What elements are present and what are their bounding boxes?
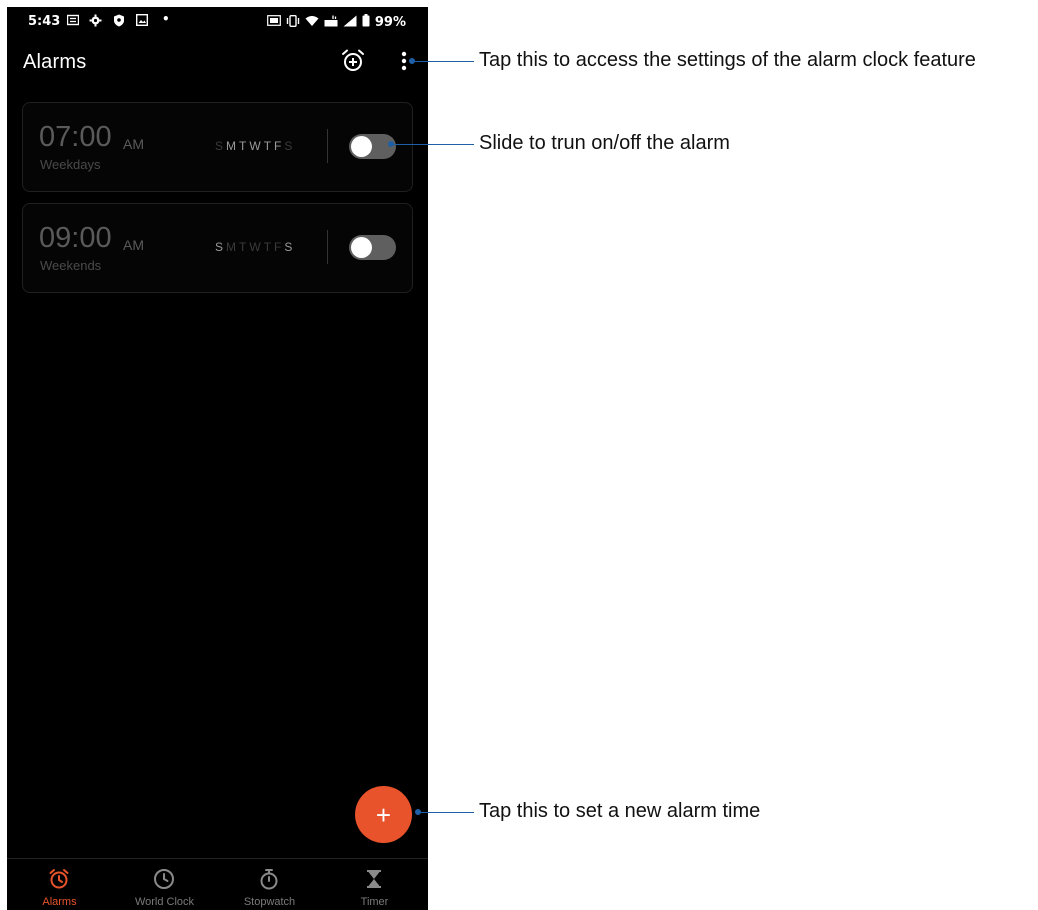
alarm-card[interactable]: 09:00 AM Weekends SMTWTFS: [22, 203, 413, 293]
alarm-toggle[interactable]: [349, 235, 396, 260]
day-wednesday: W: [249, 139, 264, 153]
day-sunday: S: [215, 240, 227, 254]
nfc-icon: [266, 15, 281, 29]
add-alarm-button[interactable]: +: [355, 786, 412, 843]
day-sunday: S: [215, 139, 227, 153]
lte-icon: [324, 15, 338, 30]
alarm-card[interactable]: 07:00 AM Weekdays SMTWTFS: [22, 102, 413, 192]
nav-tab-alarms[interactable]: Alarms: [7, 859, 112, 910]
alarm-label: Weekdays: [40, 157, 101, 172]
alarm-time[interactable]: 09:00: [39, 222, 112, 255]
day-friday: F: [274, 139, 285, 153]
wifi-icon: [305, 15, 319, 30]
plus-icon: +: [375, 799, 392, 830]
divider: [327, 230, 328, 264]
day-tuesday: T: [239, 139, 250, 153]
divider: [327, 129, 328, 163]
nav-label: Alarms: [42, 896, 77, 908]
clock-icon: [153, 868, 175, 890]
phone-screen: 5:43 • 99% Alarms 07:00 AM Weekdays SMTW…: [7, 7, 428, 910]
day-monday: M: [226, 139, 240, 153]
repeat-days: SMTWTFS: [215, 139, 295, 153]
toggle-knob[interactable]: [351, 237, 372, 258]
nav-label: Stopwatch: [243, 896, 296, 908]
callout-line-toggle: [391, 144, 474, 145]
add-alarm-icon[interactable]: [340, 48, 366, 74]
day-thursday: T: [263, 139, 275, 153]
day-saturday: S: [284, 139, 296, 153]
day-friday: F: [274, 240, 285, 254]
day-saturday: S: [284, 240, 296, 254]
hourglass-icon: [363, 868, 385, 890]
page-title: Alarms: [23, 51, 87, 73]
callout-line-add: [418, 812, 474, 813]
alarm-label: Weekends: [40, 258, 102, 273]
settings-gear-icon: [89, 14, 102, 30]
nav-tab-world-clock[interactable]: World Clock: [112, 859, 217, 910]
dot-icon: •: [162, 12, 170, 26]
callout-add-text: Tap this to set a new alarm time: [479, 800, 761, 822]
callout-line-settings: [412, 61, 474, 62]
signal-icon: [343, 15, 357, 30]
callout-settings-text: Tap this to access the settings of the a…: [479, 49, 976, 71]
vibrate-icon: [286, 14, 300, 30]
repeat-days: SMTWTFS: [215, 240, 295, 254]
alarm-time[interactable]: 07:00: [39, 121, 112, 154]
battery-icon: [362, 14, 370, 30]
status-bar: 5:43 • 99%: [7, 7, 428, 37]
stopwatch-icon: [258, 868, 280, 890]
toggle-knob[interactable]: [351, 136, 372, 157]
callout-toggle-text: Slide to trun on/off the alarm: [479, 132, 730, 154]
alarm-ampm: AM: [123, 136, 144, 152]
nav-label: Timer: [360, 896, 389, 908]
day-monday: M: [226, 240, 240, 254]
alarm-clock-icon: [48, 868, 70, 890]
image-icon: [135, 13, 149, 29]
nav-label: World Clock: [134, 896, 195, 908]
nav-tab-timer[interactable]: Timer: [322, 859, 427, 910]
battery-percent: 99%: [374, 14, 406, 30]
nav-tab-stopwatch[interactable]: Stopwatch: [217, 859, 322, 910]
notification-icon: [66, 14, 80, 29]
status-icons: 99%: [266, 14, 406, 30]
status-time: 5:43: [28, 14, 61, 29]
day-wednesday: W: [249, 240, 264, 254]
bottom-navigation: Alarms World Clock Stopwatch Timer: [7, 858, 428, 910]
day-tuesday: T: [239, 240, 250, 254]
day-thursday: T: [263, 240, 275, 254]
alarm-ampm: AM: [123, 237, 144, 253]
shield-icon: [113, 14, 125, 30]
